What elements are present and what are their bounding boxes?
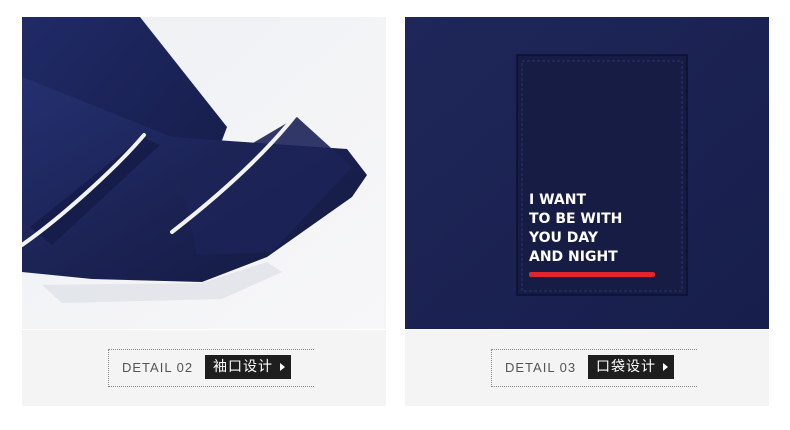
play-arrow-icon	[663, 363, 668, 371]
cuff-illustration	[22, 17, 386, 329]
detail-label-text: 袖口设计	[213, 359, 273, 375]
detail-label-text: 口袋设计	[596, 359, 656, 375]
play-arrow-icon	[280, 363, 285, 371]
print-line-3: YOU DAY	[528, 230, 599, 246]
detail-label: 袖口设计	[205, 355, 291, 379]
red-underline	[529, 272, 655, 277]
print-line-1: I WANT	[529, 192, 586, 208]
detail-number: DETAIL 02	[122, 360, 194, 375]
caption-detail-03: DETAIL 03 口袋设计	[405, 330, 769, 406]
cuff-photo	[22, 17, 386, 329]
detail-number: DETAIL 03	[505, 360, 577, 375]
print-line-2: TO BE WITH	[529, 211, 622, 227]
detail-label: 口袋设计	[588, 355, 674, 379]
pocket-illustration: I WANT TO BE WITH YOU DAY AND NIGHT	[405, 17, 769, 329]
caption-detail-02: DETAIL 02 袖口设计	[22, 330, 386, 406]
pocket-photo: I WANT TO BE WITH YOU DAY AND NIGHT	[405, 17, 769, 329]
print-line-4: AND NIGHT	[529, 249, 618, 265]
